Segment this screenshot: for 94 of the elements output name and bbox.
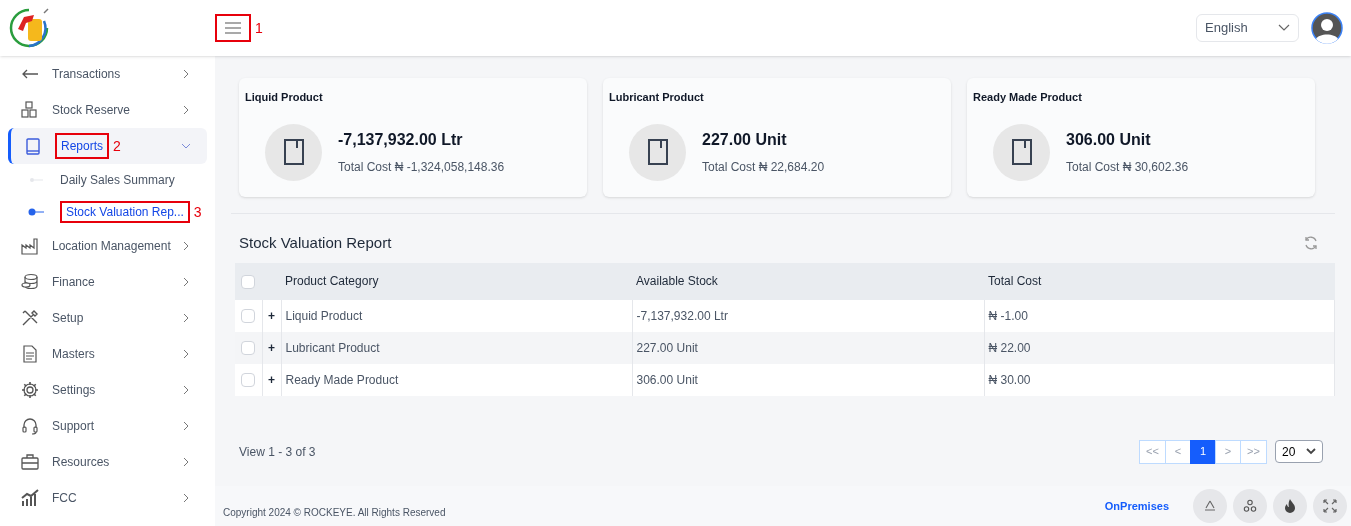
column-header: Total Cost xyxy=(984,262,1335,300)
menu-button[interactable] xyxy=(215,14,251,42)
chevron-right-icon xyxy=(181,493,191,503)
fire-icon[interactable] xyxy=(1273,489,1307,523)
language-select[interactable]: English xyxy=(1196,14,1299,42)
expand-row-button[interactable]: + xyxy=(268,340,275,355)
checkbox[interactable] xyxy=(241,309,255,324)
checkbox[interactable] xyxy=(241,274,255,289)
bar-chart-icon xyxy=(20,488,40,508)
menu-icon xyxy=(225,22,241,34)
table-cell: Lubricant Product xyxy=(281,331,632,364)
sidebar-item[interactable]: Support xyxy=(8,408,207,444)
sidebar-item[interactable]: Settings xyxy=(8,372,207,408)
sidebar-label: Setup xyxy=(52,310,84,327)
headset-icon xyxy=(20,416,40,436)
table-cell: ₦ -1.00 xyxy=(984,299,1335,332)
chevron-right-icon xyxy=(181,421,191,431)
copyright-text: Copyright 2024 © ROCKEYE. All Rights Reserved xyxy=(223,505,446,520)
chevron-right-icon xyxy=(181,277,191,287)
sidebar-label: Finance xyxy=(52,274,95,291)
coins-icon xyxy=(20,272,40,292)
card-title: Lubricant Product xyxy=(609,90,705,105)
chevron-right-icon xyxy=(181,105,191,115)
card-title: Ready Made Product xyxy=(973,90,1083,105)
logo-icon xyxy=(8,7,50,49)
sidebar-item[interactable]: Stock Reserve xyxy=(8,92,207,128)
view-info: View 1 - 3 of 3 xyxy=(239,443,316,461)
total-cost-text: Total Cost ₦ 22,684.20 xyxy=(702,159,825,176)
table-cell: -7,137,932.00 Ltr xyxy=(632,299,984,332)
sidebar-item[interactable]: Transactions xyxy=(8,56,207,92)
annotation-number: 1 xyxy=(255,18,263,38)
sidebar-label: Resources xyxy=(52,454,110,471)
chevron-right-icon xyxy=(181,313,191,323)
refresh-icon[interactable] xyxy=(1303,235,1319,252)
chevron-down-icon xyxy=(1278,24,1290,32)
annotation-number: 2 xyxy=(113,136,121,156)
sidebar-label: Support xyxy=(52,418,95,435)
checkbox[interactable] xyxy=(241,341,255,356)
sidebar-item[interactable]: Resources xyxy=(8,444,207,480)
boxes-icon xyxy=(20,100,40,120)
sidebar-item[interactable]: FCC xyxy=(8,480,207,516)
column-header: Available Stock xyxy=(632,262,984,300)
book-icon xyxy=(23,136,43,156)
expand-row-button[interactable]: + xyxy=(268,308,275,323)
report-title: Stock Valuation Report xyxy=(239,233,392,253)
sidebar-label: Reports xyxy=(55,133,110,159)
sidebar-label: Stock Reserve xyxy=(52,102,131,119)
deployment-mode-link[interactable]: OnPremises xyxy=(1104,497,1169,515)
expand-row-button[interactable]: + xyxy=(268,372,275,387)
chevron-right-icon xyxy=(181,69,191,79)
settings-icon xyxy=(20,380,40,400)
sidebar-label: Settings xyxy=(52,382,96,399)
column-header: Product Category xyxy=(281,262,632,300)
card-value: 227.00 Unit xyxy=(702,130,788,150)
factory-icon xyxy=(20,236,40,256)
total-cost-text: Total Cost ₦ 30,602.36 xyxy=(1066,159,1189,176)
sidebar-item[interactable]: Location Management xyxy=(8,228,207,264)
table-cell: Liquid Product xyxy=(281,299,632,332)
sidebar-item[interactable]: Masters xyxy=(8,336,207,372)
avatar-icon[interactable] xyxy=(1311,12,1343,44)
sidebar-label: Masters xyxy=(52,346,95,363)
submenu-link[interactable]: Daily Sales Summary xyxy=(60,171,175,189)
table-cell: 227.00 Unit xyxy=(632,331,984,364)
card-title: Liquid Product xyxy=(245,90,324,105)
sidebar-item[interactable]: Setup xyxy=(8,300,207,336)
table-cell: Ready Made Product xyxy=(281,363,632,396)
chevron-right-icon xyxy=(181,241,191,251)
checkbox[interactable] xyxy=(241,373,255,388)
chevron-right-icon xyxy=(181,385,191,395)
sidebar-item[interactable]: Finance xyxy=(8,264,207,300)
sidebar-label: Location Management xyxy=(52,238,171,255)
chevron-right-icon xyxy=(181,349,191,359)
sidebar-label: FCC xyxy=(52,490,77,507)
card-value: 306.00 Unit xyxy=(1066,130,1152,150)
table-cell: 306.00 Unit xyxy=(632,363,984,396)
chevron-down-icon xyxy=(181,141,191,151)
language-value: English xyxy=(1205,19,1248,38)
chevron-down-icon xyxy=(1306,448,1316,455)
annotation-number: 3 xyxy=(193,202,202,222)
sidebar-label: Transactions xyxy=(52,66,121,83)
card-value: -7,137,932.00 Ltr xyxy=(338,130,464,150)
document-icon xyxy=(20,344,40,364)
sidebar-item[interactable]: Reports 2 xyxy=(8,128,207,164)
expand-icon[interactable] xyxy=(1313,489,1347,523)
tools-icon xyxy=(20,308,40,328)
table-cell: ₦ 22.00 xyxy=(984,331,1335,364)
submenu-link[interactable]: Stock Valuation Rep... xyxy=(60,201,190,223)
nodes-icon[interactable] xyxy=(1233,489,1267,523)
chevron-right-icon xyxy=(181,457,191,467)
page-button[interactable]: 1 xyxy=(1190,439,1216,464)
briefcase-icon xyxy=(20,452,40,472)
total-cost-text: Total Cost ₦ -1,324,058,148.36 xyxy=(338,159,505,176)
page-size-select[interactable]: 20 xyxy=(1275,440,1323,463)
table-cell: ₦ 30.00 xyxy=(984,363,1335,396)
